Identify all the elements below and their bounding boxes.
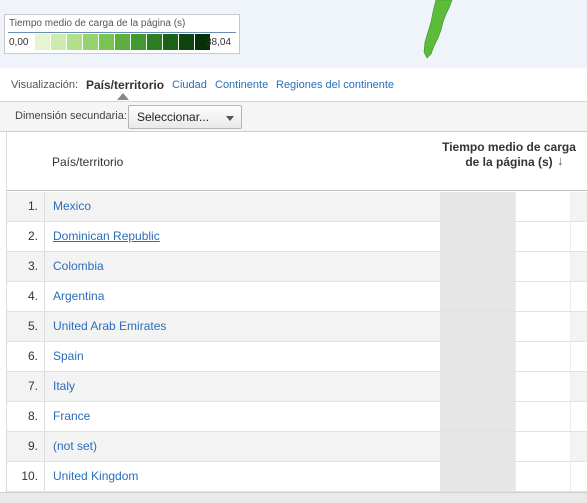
metric-cell — [440, 222, 515, 251]
tab-continent-regions[interactable]: Regiones del continente — [276, 79, 394, 91]
visualization-bar: Visualización: País/territorio Ciudad Co… — [0, 68, 587, 102]
table-row: 5. United Arab Emirates — [7, 312, 587, 342]
secondary-dimension-label: Dimensión secundaria: — [15, 110, 127, 122]
metric-cell — [440, 192, 515, 221]
legend-swatch — [35, 34, 51, 50]
country-link[interactable]: Colombia — [53, 252, 104, 281]
visualization-label: Visualización: — [11, 79, 79, 91]
country-link[interactable]: United Kingdom — [53, 462, 138, 491]
legend-swatch — [147, 34, 163, 50]
legend-swatch — [115, 34, 131, 50]
row-rank: 6. — [7, 342, 45, 371]
legend-min-value: 0,00 — [9, 37, 29, 48]
country-link[interactable]: Dominican Republic — [53, 222, 160, 251]
legend-swatch — [83, 34, 99, 50]
chevron-down-icon — [226, 116, 234, 121]
secondary-dimension-select[interactable]: Seleccionar... — [128, 105, 242, 129]
metric-cell — [440, 282, 515, 311]
table-row: 10. United Kingdom — [7, 462, 587, 492]
country-link[interactable]: Argentina — [53, 282, 104, 311]
country-link[interactable]: Spain — [53, 342, 84, 371]
metric-cell — [440, 252, 515, 281]
row-rank: 8. — [7, 402, 45, 431]
legend-max-value: 38,04 — [206, 37, 232, 48]
legend-swatch — [99, 34, 115, 50]
map-legend: Tiempo medio de carga de la página (s) 0… — [4, 14, 240, 54]
table-footer — [0, 492, 587, 503]
country-link[interactable]: Mexico — [53, 192, 91, 221]
metric-cell — [440, 432, 515, 461]
table-row: 2. Dominican Republic — [7, 222, 587, 252]
metric-cell — [440, 312, 515, 341]
column-header-country[interactable]: País/territorio — [52, 155, 123, 169]
legend-swatch — [51, 34, 67, 50]
legend-divider — [8, 32, 236, 33]
row-rank: 2. — [7, 222, 45, 251]
metric-bar-cell — [515, 342, 571, 371]
table-header: País/territorio Tiempo medio de carga de… — [7, 132, 587, 191]
metric-cell — [440, 342, 515, 371]
active-tab-caret-icon — [117, 93, 129, 100]
legend-swatch — [67, 34, 83, 50]
table-row: 7. Italy — [7, 372, 587, 402]
row-rank: 5. — [7, 312, 45, 341]
metric-bar-cell — [515, 252, 571, 281]
table-row: 6. Spain — [7, 342, 587, 372]
metric-cell — [440, 372, 515, 401]
row-rank: 9. — [7, 432, 45, 461]
sort-descending-icon[interactable]: ↓ — [557, 153, 564, 168]
metric-bar-cell — [515, 432, 571, 461]
country-link[interactable]: United Arab Emirates — [53, 312, 166, 341]
table-row: 9. (not set) — [7, 432, 587, 462]
legend-title: Tiempo medio de carga de la página (s) — [9, 18, 186, 29]
metric-bar-cell — [515, 402, 571, 431]
metric-bar-cell — [515, 312, 571, 341]
country-link[interactable]: Italy — [53, 372, 75, 401]
row-rank: 1. — [7, 192, 45, 221]
table-row: 8. France — [7, 402, 587, 432]
metric-bar-cell — [515, 192, 571, 221]
legend-swatch — [131, 34, 147, 50]
metric-cell — [440, 402, 515, 431]
table-row: 3. Colombia — [7, 252, 587, 282]
table-row: 4. Argentina — [7, 282, 587, 312]
legend-color-scale — [35, 34, 211, 50]
secondary-dimension-bar: Dimensión secundaria: Seleccionar... — [0, 102, 587, 132]
geo-map[interactable]: Tiempo medio de carga de la página (s) 0… — [0, 0, 587, 68]
data-table: País/territorio Tiempo medio de carga de… — [6, 132, 587, 492]
row-rank: 3. — [7, 252, 45, 281]
country-link[interactable]: France — [53, 402, 90, 431]
metric-cell — [440, 462, 515, 491]
table-row: 1. Mexico — [7, 192, 587, 222]
tab-city[interactable]: Ciudad — [172, 79, 207, 91]
tab-continent[interactable]: Continente — [215, 79, 268, 91]
row-rank: 10. — [7, 462, 45, 491]
tab-country-territory[interactable]: País/territorio — [86, 78, 164, 92]
row-rank: 4. — [7, 282, 45, 311]
legend-swatch — [179, 34, 195, 50]
metric-bar-cell — [515, 372, 571, 401]
metric-bar-cell — [515, 222, 571, 251]
country-link[interactable]: (not set) — [53, 432, 97, 461]
legend-swatch — [163, 34, 179, 50]
row-rank: 7. — [7, 372, 45, 401]
metric-bar-cell — [515, 282, 571, 311]
secondary-dimension-select-value: Seleccionar... — [137, 110, 210, 124]
metric-bar-cell — [515, 462, 571, 491]
